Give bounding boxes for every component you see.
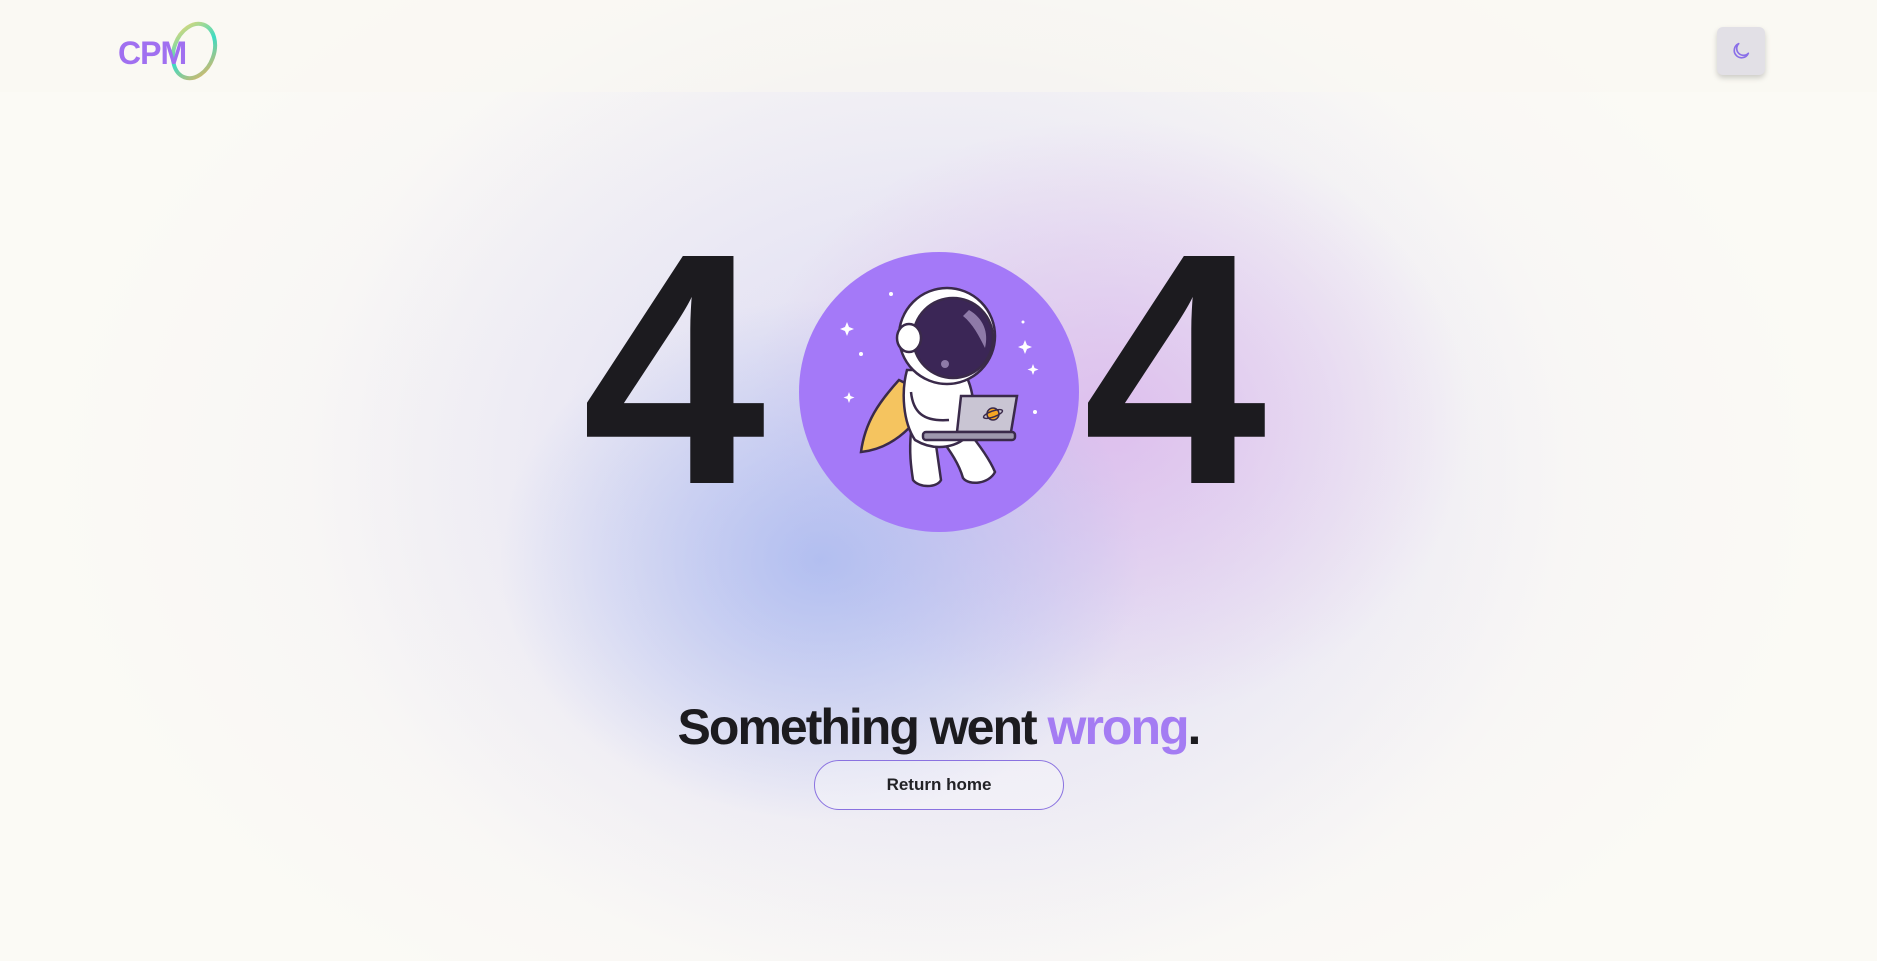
top-bar: CPM: [0, 0, 1877, 92]
return-home-button[interactable]: Return home: [814, 760, 1064, 810]
astronaut-illustration: [799, 252, 1079, 532]
error-message: Something went wrong.: [0, 698, 1877, 756]
error-message-prefix: Something went: [677, 698, 1048, 755]
theme-toggle-button[interactable]: [1717, 27, 1765, 75]
error-digit-right: 4: [1083, 184, 1267, 553]
error-code-404: 4 4: [0, 204, 1877, 550]
logo-text: CPM: [118, 35, 186, 71]
error-message-suffix: .: [1187, 698, 1202, 755]
error-digit-left: 4: [582, 184, 766, 553]
error-message-accent: wrong: [1047, 698, 1190, 755]
logo[interactable]: CPM: [116, 20, 224, 82]
moon-icon: [1733, 42, 1750, 59]
